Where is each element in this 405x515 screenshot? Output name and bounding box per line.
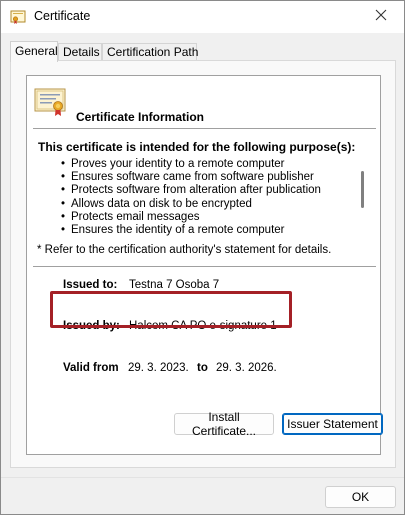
close-button[interactable] (358, 1, 404, 32)
list-item: Protects email messages (61, 211, 351, 224)
refer-note: * Refer to the certification authority's… (37, 244, 332, 256)
tab-certification-path[interactable]: Certification Path (102, 43, 198, 61)
purpose-scrollbar[interactable] (361, 171, 364, 208)
info-title: Certificate Information (76, 110, 205, 124)
valid-to-label: to (197, 362, 208, 374)
issued-by-value: Halcom CA PO e-signature 1 (129, 320, 277, 332)
issued-to-label: Issued to: (63, 279, 118, 291)
certificate-dialog: Certificate General Details Certificatio… (0, 0, 405, 515)
window-title: Certificate (34, 9, 91, 23)
issuer-statement-button[interactable]: Issuer Statement (282, 413, 383, 435)
list-item: Allows data on disk to be encrypted (61, 198, 351, 211)
issued-by-label: Issued by: (63, 320, 120, 332)
ok-button[interactable]: OK (325, 486, 396, 508)
title-bar: Certificate (1, 1, 404, 33)
list-item: Ensures the identity of a remote compute… (61, 224, 351, 237)
close-icon (375, 9, 387, 24)
list-item: Protects software from alteration after … (61, 184, 351, 197)
tab-general[interactable]: General (10, 41, 58, 62)
divider (33, 128, 376, 129)
purpose-heading: This certificate is intended for the fol… (38, 140, 356, 154)
certificate-icon (10, 9, 26, 25)
issued-to-value: Testna 7 Osoba 7 (129, 279, 220, 291)
certificate-large-icon (34, 86, 66, 118)
footer-divider (1, 477, 404, 478)
purpose-list: Proves your identity to a remote compute… (61, 158, 351, 237)
valid-from-value: 29. 3. 2023. (128, 362, 189, 374)
certificate-info-box: Certificate Information This certificate… (26, 75, 381, 455)
list-item: Proves your identity to a remote compute… (61, 158, 351, 171)
install-certificate-button[interactable]: Install Certificate... (174, 410, 274, 438)
tab-details[interactable]: Details (58, 43, 102, 61)
valid-from-label: Valid from (63, 362, 119, 374)
valid-to-value: 29. 3. 2026. (216, 362, 277, 374)
divider (33, 266, 376, 267)
general-tab-panel: Certificate Information This certificate… (10, 60, 396, 468)
list-item: Ensures software came from software publ… (61, 171, 351, 184)
